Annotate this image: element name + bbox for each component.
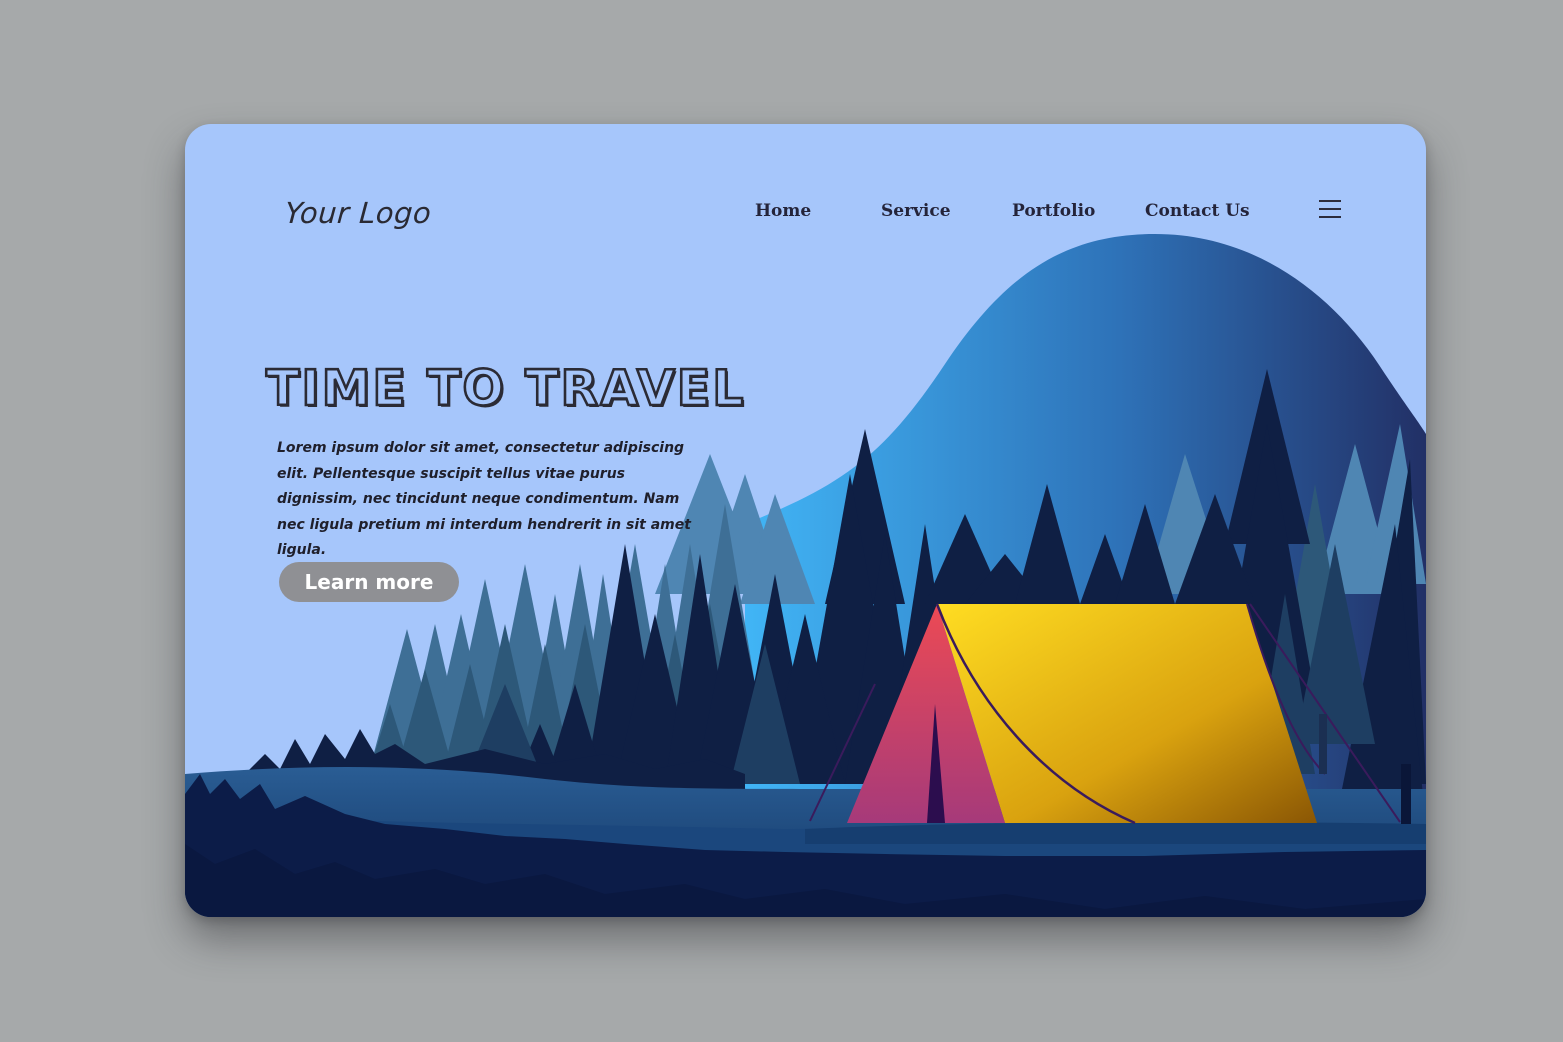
nav-portfolio[interactable]: Portfolio [1012,201,1095,221]
nav-contact-us[interactable]: Contact Us [1145,201,1250,221]
hero-title: TIME TO TRAVEL [265,359,746,419]
learn-more-button[interactable]: Learn more [279,562,459,602]
logo[interactable]: Your Logo [284,196,433,230]
nav-home[interactable]: Home [755,201,811,221]
hero-description: Lorem ipsum dolor sit amet, consectetur … [277,440,691,558]
nav-service[interactable]: Service [881,201,951,221]
landing-page-card: Your Logo Home Service Portfolio Contact… [185,124,1426,917]
hamburger-icon[interactable] [1319,200,1341,220]
